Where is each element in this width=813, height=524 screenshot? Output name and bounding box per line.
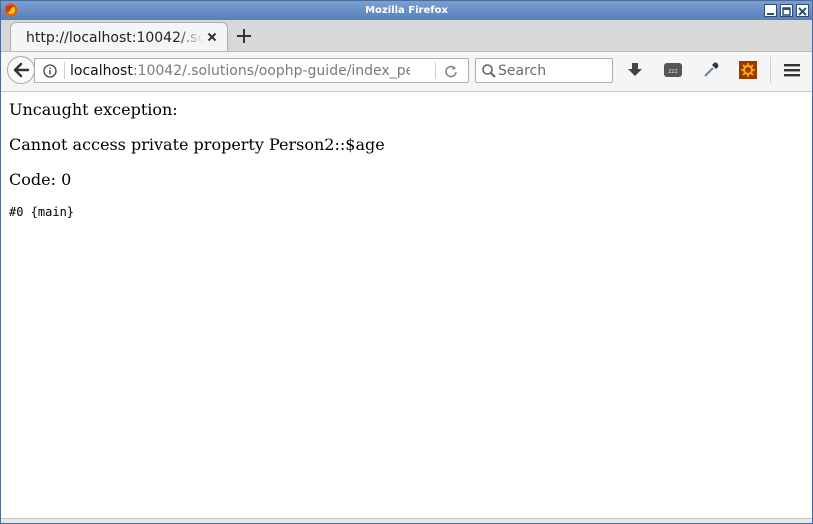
- back-button[interactable]: [7, 56, 35, 84]
- firefox-logo-icon: [4, 3, 18, 17]
- url-divider: [64, 62, 65, 79]
- stack-trace: #0 {main}: [9, 205, 75, 219]
- url-path: :10042/.solutions/oophp-guide/index_pers…: [132, 63, 410, 79]
- eyedropper-icon[interactable]: [701, 60, 721, 80]
- toolbar-divider: [770, 57, 771, 83]
- exception-heading: Uncaught exception:: [9, 100, 178, 119]
- window-controls: [764, 4, 809, 17]
- sun-gear-icon[interactable]: [738, 60, 758, 80]
- maximize-icon: [782, 7, 791, 16]
- close-icon: [798, 7, 807, 16]
- info-icon[interactable]: [43, 64, 57, 78]
- svg-text:zzz: zzz: [668, 68, 677, 75]
- browser-window: Mozilla Firefox http://localhost:10042/.…: [0, 0, 813, 524]
- download-arrow-icon[interactable]: [625, 60, 645, 80]
- minimize-button[interactable]: [764, 4, 777, 17]
- search-bar[interactable]: [475, 58, 613, 83]
- url-host: localhost: [70, 63, 133, 79]
- maximize-button[interactable]: [780, 4, 793, 17]
- tab-active[interactable]: http://localhost:10042/.solutions/oophp-…: [10, 22, 228, 51]
- tab-close-icon[interactable]: [207, 32, 217, 42]
- exception-code: Code: 0: [9, 170, 72, 189]
- close-window-button[interactable]: [796, 4, 809, 17]
- exception-message: Cannot access private property Person2::…: [9, 135, 385, 154]
- new-tab-plus-icon[interactable]: [235, 27, 253, 45]
- url-text[interactable]: localhost:10042/.solutions/oophp-guide/i…: [70, 63, 410, 79]
- hamburger-icon[interactable]: [782, 60, 802, 80]
- url-divider-right: [435, 62, 436, 79]
- tab-strip: http://localhost:10042/.solutions/oophp-…: [1, 20, 812, 52]
- magnifier-icon: [482, 64, 496, 78]
- navigation-toolbar: localhost:10042/.solutions/oophp-guide/i…: [1, 52, 812, 92]
- status-strip: [1, 518, 812, 523]
- tab-label: http://localhost:10042/.solutions/oophp-…: [26, 30, 203, 46]
- page-content: Uncaught exception: Cannot access privat…: [1, 92, 812, 520]
- title-bar: Mozilla Firefox: [1, 1, 812, 20]
- url-bar[interactable]: localhost:10042/.solutions/oophp-guide/i…: [34, 58, 469, 83]
- minimize-icon: [767, 13, 774, 15]
- arrow-left-icon: [13, 62, 30, 78]
- reload-icon[interactable]: [444, 64, 458, 78]
- zzz-icon[interactable]: zzz: [663, 60, 683, 80]
- search-input[interactable]: [498, 61, 606, 80]
- window-title: Mozilla Firefox: [365, 5, 448, 16]
